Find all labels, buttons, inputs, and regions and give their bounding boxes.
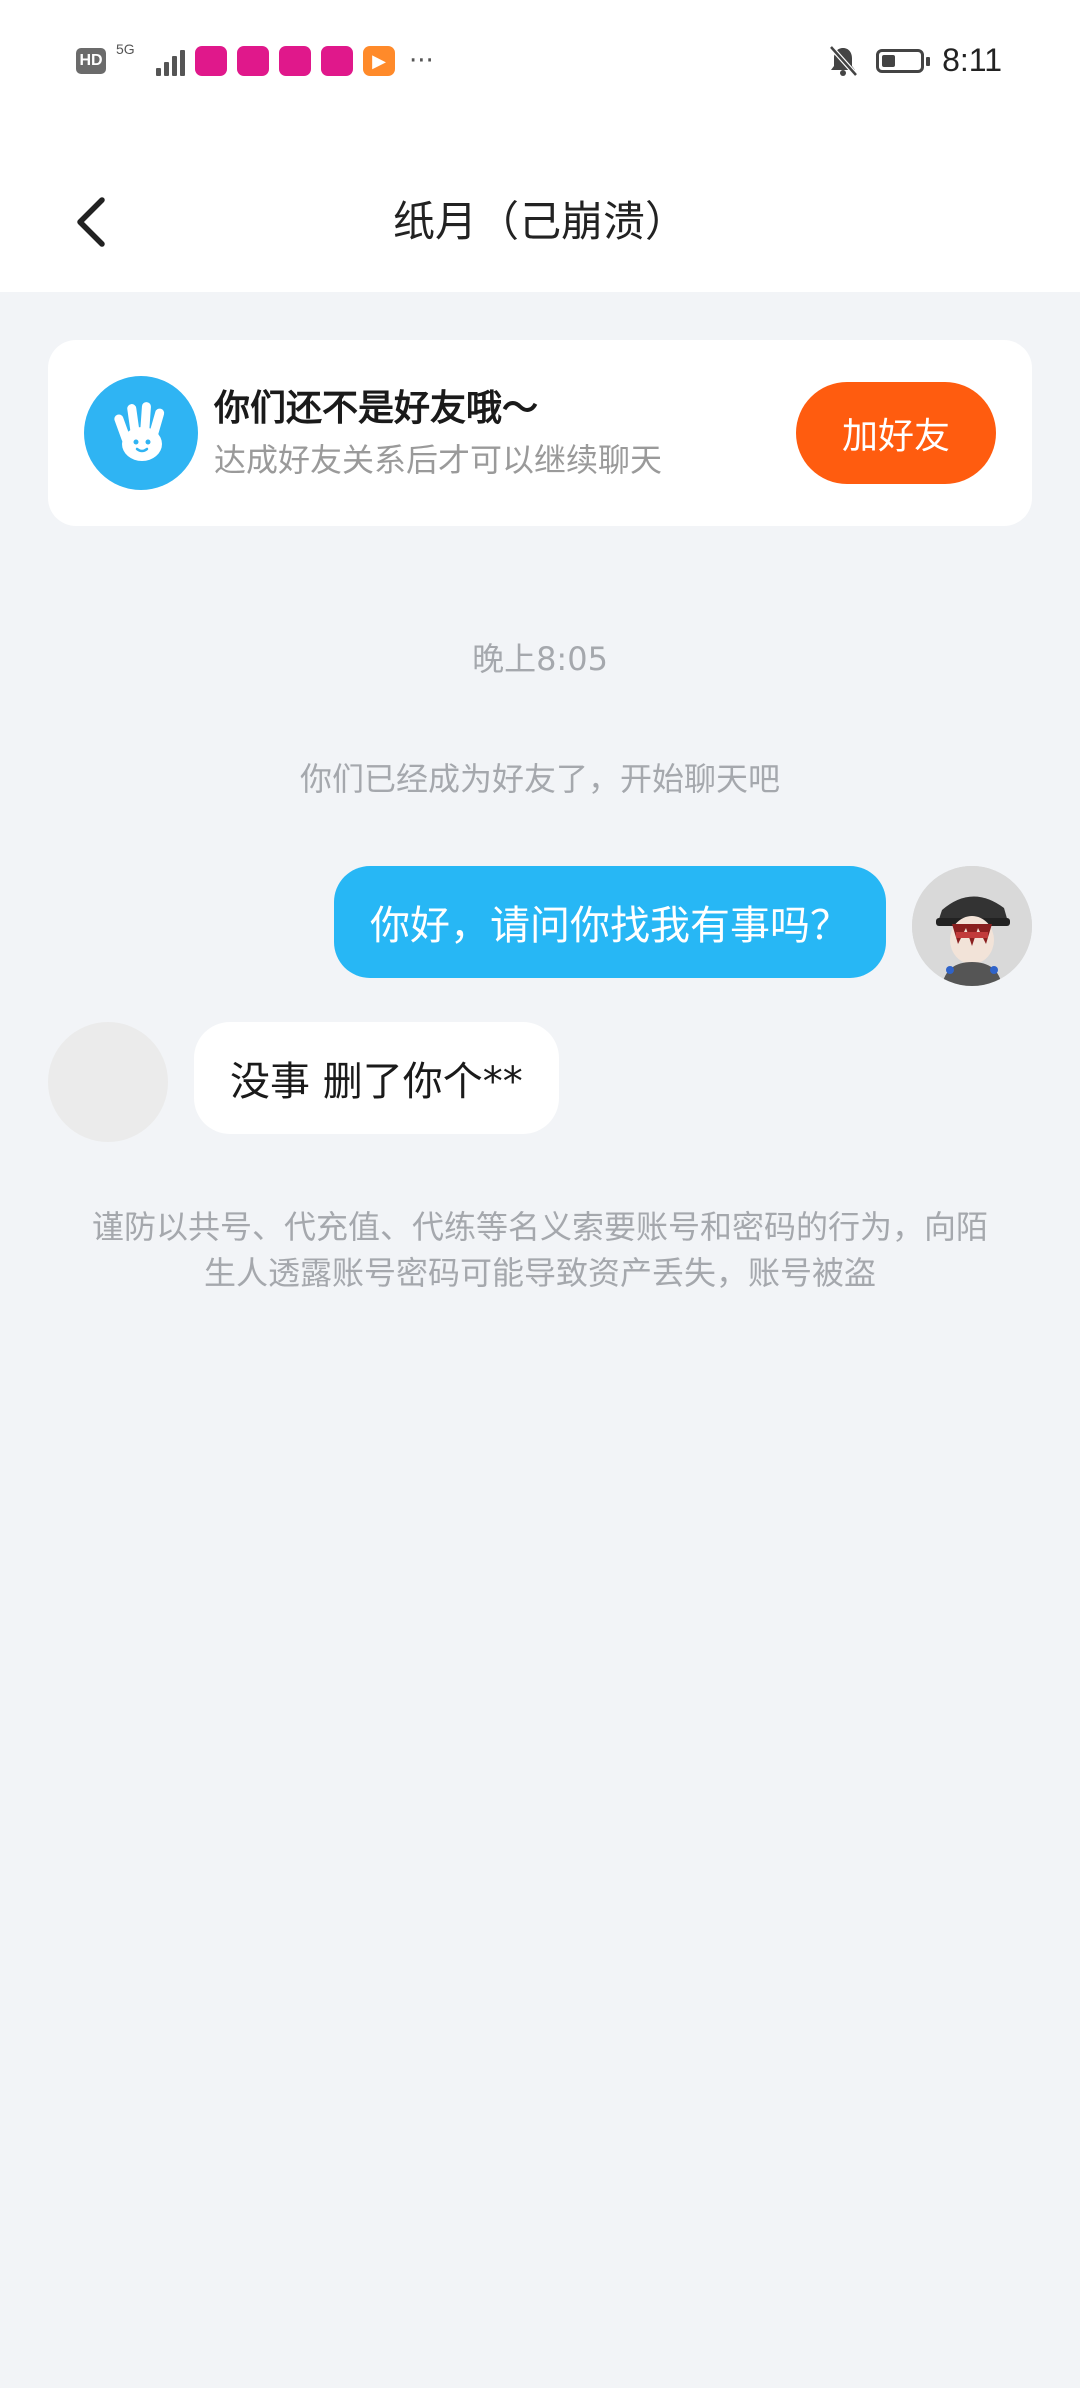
page-title: 纸月（己崩溃） (392, 197, 687, 246)
hd-icon: HD (76, 48, 106, 74)
chat-timestamp: 晚上8:05 (472, 640, 608, 678)
app-notification-icon (321, 46, 353, 76)
incoming-bubble[interactable]: 没事 删了你个** (194, 1022, 559, 1134)
network-type: 5G (116, 41, 135, 57)
more-dots-icon: ··· (409, 46, 434, 76)
status-left: HD 5G ▶ ··· (76, 42, 434, 76)
battery-icon (876, 48, 931, 73)
signal-icon: 5G (116, 42, 185, 76)
app-notification-icon (195, 46, 227, 76)
self-avatar[interactable] (912, 866, 1032, 986)
nav-header: 纸月（己崩溃） (0, 150, 1080, 290)
contact-avatar[interactable] (48, 1022, 168, 1142)
status-time: 8:11 (942, 42, 1002, 78)
friend-notice-subtitle: 达成好友关系后才可以继续聊天 (214, 441, 663, 479)
friend-notice-card: 你们还不是好友哦～ 达成好友关系后才可以继续聊天 加好友 (48, 340, 1032, 526)
status-right: 8:11 (828, 42, 1002, 79)
security-warning: 谨防以共号、代充值、代练等名义索要账号和密码的行为，向陌生人透露账号密码可能导致… (91, 1208, 988, 1292)
friend-notice-title: 你们还不是好友哦～ (214, 388, 539, 429)
incoming-message: 没事 删了你个** (48, 1022, 559, 1142)
outgoing-message: 你好，请问你找我有事吗？ (334, 866, 1032, 986)
status-bar: HD 5G ▶ ··· 8:11 (0, 0, 1080, 130)
hand-wave-icon (84, 376, 198, 490)
app-notification-icon (279, 46, 311, 76)
top-bar: HD 5G ▶ ··· 8:11 纸月（己崩溃） (0, 0, 1080, 292)
video-app-icon: ▶ (363, 46, 395, 76)
bell-off-icon (829, 44, 858, 77)
add-friend-button[interactable]: 加好友 (796, 382, 996, 484)
outgoing-bubble[interactable]: 你好，请问你找我有事吗？ (334, 866, 886, 978)
battery-level (882, 54, 896, 67)
system-message: 你们已经成为好友了，开始聊天吧 (299, 760, 780, 798)
app-notification-icon (237, 46, 269, 76)
